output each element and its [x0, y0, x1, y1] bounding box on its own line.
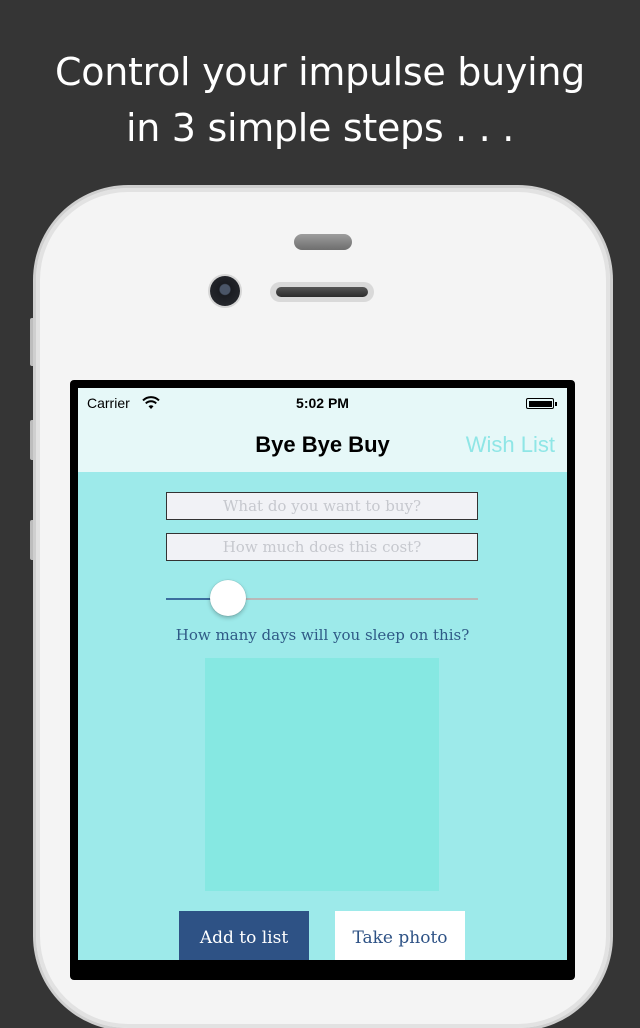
status-time: 5:02 PM: [296, 395, 349, 411]
headline-line-1: Control your impulse buying: [55, 50, 585, 94]
take-photo-button[interactable]: Take photo: [335, 911, 465, 960]
status-bar: Carrier 5:02 PM: [78, 394, 567, 414]
add-to-list-button[interactable]: Add to list: [179, 911, 309, 960]
volume-down-button: [30, 520, 35, 560]
battery-icon: [526, 398, 557, 409]
cost-input[interactable]: [166, 533, 478, 561]
mute-switch: [30, 318, 35, 366]
photo-preview[interactable]: [205, 658, 439, 891]
front-camera-icon: [210, 276, 240, 306]
app-screen: Carrier 5:02 PM Bye Bye Buy Wish List Ho…: [78, 388, 567, 960]
navigation-bar: Carrier 5:02 PM Bye Bye Buy Wish List: [78, 388, 567, 472]
proximity-sensor: [294, 234, 352, 250]
slider-caption: How many days will you sleep on this?: [175, 626, 470, 644]
headline-line-2: in 3 simple steps . . .: [125, 106, 515, 150]
days-slider[interactable]: [166, 580, 478, 616]
earpiece-speaker: [270, 282, 374, 302]
wish-list-button[interactable]: Wish List: [466, 432, 555, 458]
volume-up-button: [30, 420, 35, 460]
item-name-input[interactable]: [166, 492, 478, 520]
headline: Control your impulse buying in 3 simple …: [0, 44, 640, 156]
slider-thumb[interactable]: [210, 580, 247, 616]
